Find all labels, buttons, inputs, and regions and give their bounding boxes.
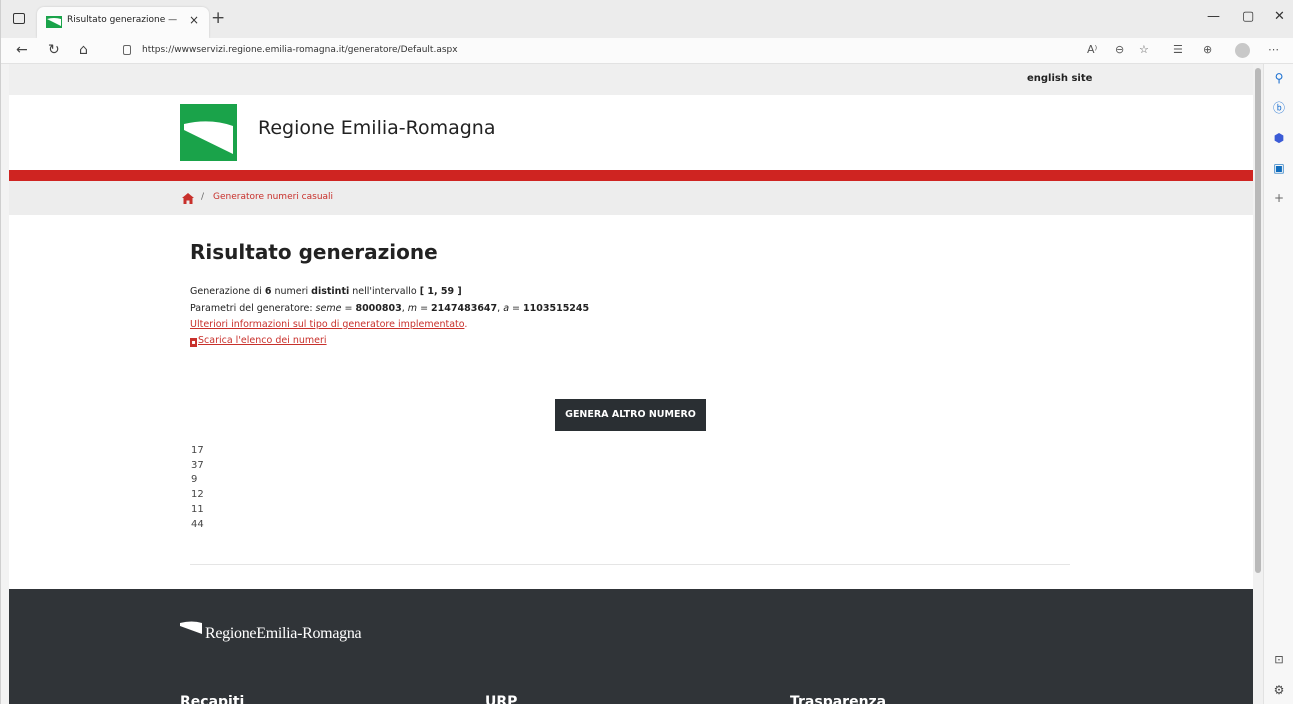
- list-item: 11: [191, 503, 204, 515]
- breadcrumb-separator: /: [201, 192, 205, 202]
- add-sidebar-app-icon[interactable]: +: [1271, 190, 1287, 206]
- download-numbers-link[interactable]: Scarica l'elenco dei numeri: [198, 335, 327, 346]
- address-bar[interactable]: https://wwwservizi.regione.emilia-romagn…: [105, 40, 1251, 62]
- list-item: 12: [191, 489, 204, 501]
- tab-bar: Risultato generazione — E-R Il p × + — ▢…: [1, 0, 1293, 38]
- summary-range: [ 1, 59 ]: [419, 286, 462, 297]
- params-prefix: Parametri del generatore:: [190, 303, 316, 314]
- search-icon[interactable]: ⚲: [1271, 70, 1287, 86]
- summary-prefix: Generazione di: [190, 286, 265, 297]
- footer-heading-urp: URP: [485, 694, 518, 704]
- edge-sidebar: ⚲ ⓑ ⬢ ▣ + ⊡ ⚙: [1263, 64, 1293, 704]
- english-site-link[interactable]: english site: [1027, 73, 1092, 84]
- zoom-icon[interactable]: ⊖: [1115, 43, 1124, 56]
- page-viewport: english site Regione Emilia-Romagna / Ge…: [9, 64, 1253, 704]
- browser-window: Risultato generazione — E-R Il p × + — ▢…: [0, 0, 1293, 704]
- minimize-icon[interactable]: —: [1207, 9, 1220, 24]
- navigation-bar: ← ↻ ⌂ https://wwwservizi.regione.emilia-…: [1, 38, 1293, 64]
- region-logo-icon[interactable]: [180, 104, 237, 161]
- divider: [190, 564, 1070, 565]
- summary-distinct: distinti: [311, 286, 350, 297]
- download-line: ▪ Scarica l'elenco dei numeri: [190, 335, 327, 347]
- a-value: 1103515245: [523, 303, 590, 314]
- eq-sign: =: [509, 303, 524, 314]
- generator-info-link[interactable]: Ulteriori informazioni sul tipo di gener…: [190, 319, 464, 330]
- more-menu-icon[interactable]: ⋯: [1268, 43, 1279, 56]
- page-scrollbar[interactable]: [1253, 64, 1263, 704]
- collections-icon[interactable]: ⊕: [1203, 43, 1212, 56]
- summary-range-label: nell'intervallo: [349, 286, 420, 297]
- summary-mid: numeri: [271, 286, 312, 297]
- site-footer: RegioneEmilia-Romagna Recapiti URP Trasp…: [9, 589, 1253, 704]
- url-text[interactable]: https://wwwservizi.regione.emilia-romagn…: [142, 45, 458, 55]
- footer-heading-trasparenza: Trasparenza: [790, 694, 887, 704]
- read-aloud-icon[interactable]: A⁾: [1087, 43, 1097, 56]
- footer-heading-recapiti: Recapiti: [180, 694, 245, 704]
- hide-sidebar-icon[interactable]: ⊡: [1271, 652, 1287, 668]
- bing-chat-icon[interactable]: ⓑ: [1271, 100, 1287, 116]
- lock-icon[interactable]: [123, 45, 131, 55]
- generate-another-button[interactable]: GENERA ALTRO NUMERO: [555, 399, 706, 431]
- list-item: 37: [191, 459, 204, 471]
- home-browser-icon[interactable]: ⌂: [79, 42, 88, 58]
- info-link-period: .: [464, 319, 468, 330]
- list-item: 9: [191, 474, 198, 486]
- brand-red-bar: [9, 170, 1253, 181]
- list-item: 44: [191, 518, 204, 530]
- outlook-icon[interactable]: ▣: [1271, 160, 1287, 176]
- region-title[interactable]: Regione Emilia-Romagna: [258, 117, 496, 139]
- active-tab[interactable]: Risultato generazione — E-R Il p ×: [37, 7, 209, 38]
- favorites-icon[interactable]: ☰: [1173, 43, 1183, 56]
- home-icon[interactable]: [182, 193, 194, 204]
- m-label: m: [407, 303, 418, 314]
- settings-gear-icon[interactable]: ⚙: [1271, 682, 1287, 698]
- site-header: Regione Emilia-Romagna: [9, 95, 1253, 170]
- eq-sign: =: [341, 303, 356, 314]
- profile-avatar[interactable]: [1235, 43, 1250, 58]
- scrollbar-thumb[interactable]: [1255, 68, 1261, 573]
- numbers-list: 17 37 9 12 11 44: [191, 444, 204, 532]
- seme-label: seme: [315, 303, 342, 314]
- new-tab-button[interactable]: +: [211, 8, 225, 28]
- generation-summary: Generazione di 6 numeri distinti nell'in…: [190, 286, 462, 297]
- pdf-icon[interactable]: ▪: [190, 338, 197, 347]
- favorite-add-icon[interactable]: ☆: [1139, 43, 1149, 56]
- maximize-icon[interactable]: ▢: [1242, 9, 1254, 24]
- generator-parameters: Parametri del generatore: seme = 8000803…: [190, 303, 589, 314]
- footer-logo-text: RegioneEmilia-Romagna: [205, 625, 362, 642]
- tab-actions-icon[interactable]: [13, 13, 25, 24]
- close-window-icon[interactable]: ✕: [1274, 9, 1285, 24]
- refresh-icon[interactable]: ↻: [48, 42, 60, 58]
- top-utility-bar: english site: [9, 64, 1253, 95]
- tab-close-icon[interactable]: ×: [189, 13, 199, 27]
- tab-title: Risultato generazione — E-R Il p: [67, 15, 179, 25]
- footer-flag-icon: [180, 617, 202, 635]
- page-title: Risultato generazione: [190, 240, 438, 264]
- office-icon[interactable]: ⬢: [1271, 130, 1287, 146]
- breadcrumb: / Generatore numeri casuali: [9, 181, 1253, 215]
- seme-value: 8000803: [355, 303, 402, 314]
- breadcrumb-current[interactable]: Generatore numeri casuali: [213, 192, 333, 202]
- favicon-icon: [46, 16, 62, 28]
- list-item: 17: [191, 445, 204, 456]
- info-link-line: Ulteriori informazioni sul tipo di gener…: [190, 319, 467, 330]
- back-icon[interactable]: ←: [16, 42, 28, 58]
- m-value: 2147483647: [431, 303, 498, 314]
- eq-sign: =: [417, 303, 432, 314]
